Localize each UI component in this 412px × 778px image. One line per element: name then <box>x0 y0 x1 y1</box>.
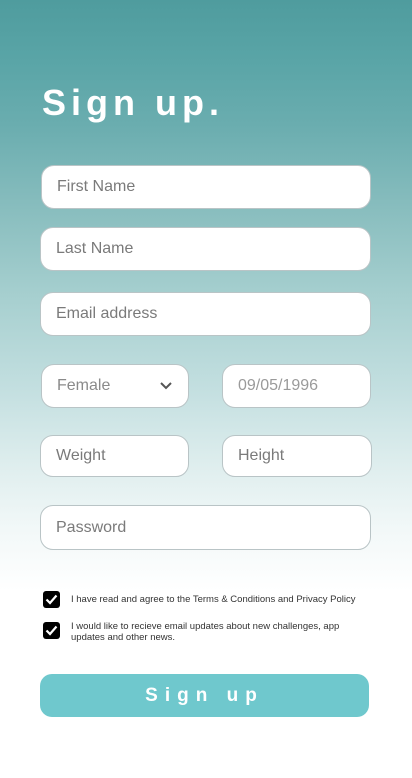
height-field[interactable] <box>222 435 372 477</box>
chevron-down-icon <box>159 379 173 393</box>
terms-checkbox-row[interactable]: I have read and agree to the Terms & Con… <box>43 591 355 608</box>
page-title: Sign up. <box>42 82 224 123</box>
first-name-field[interactable] <box>41 165 371 209</box>
gender-select[interactable]: Female <box>41 364 189 408</box>
newsletter-label: I would like to recieve email updates ab… <box>71 621 340 643</box>
terms-label: I have read and agree to the Terms & Con… <box>71 594 356 605</box>
gender-value: Female <box>57 377 111 394</box>
height-input[interactable] <box>238 447 356 465</box>
last-name-field[interactable] <box>40 227 371 271</box>
weight-field[interactable] <box>40 435 189 477</box>
email-field[interactable] <box>40 292 371 336</box>
check-icon <box>45 594 58 605</box>
last-name-input[interactable] <box>56 240 355 258</box>
newsletter-checkbox-row[interactable]: I would like to recieve email updates ab… <box>43 621 373 643</box>
password-field[interactable] <box>40 505 371 550</box>
email-input[interactable] <box>56 305 355 323</box>
newsletter-checkbox[interactable] <box>43 622 60 639</box>
birthdate-field[interactable]: 09/05/1996 <box>222 364 371 408</box>
check-icon <box>45 625 58 636</box>
first-name-input[interactable] <box>57 178 355 196</box>
password-input[interactable] <box>56 518 355 537</box>
terms-checkbox[interactable] <box>43 591 60 608</box>
weight-input[interactable] <box>56 447 173 465</box>
sign-up-button[interactable]: Sign up <box>40 674 369 717</box>
birthdate-value: 09/05/1996 <box>238 377 319 394</box>
